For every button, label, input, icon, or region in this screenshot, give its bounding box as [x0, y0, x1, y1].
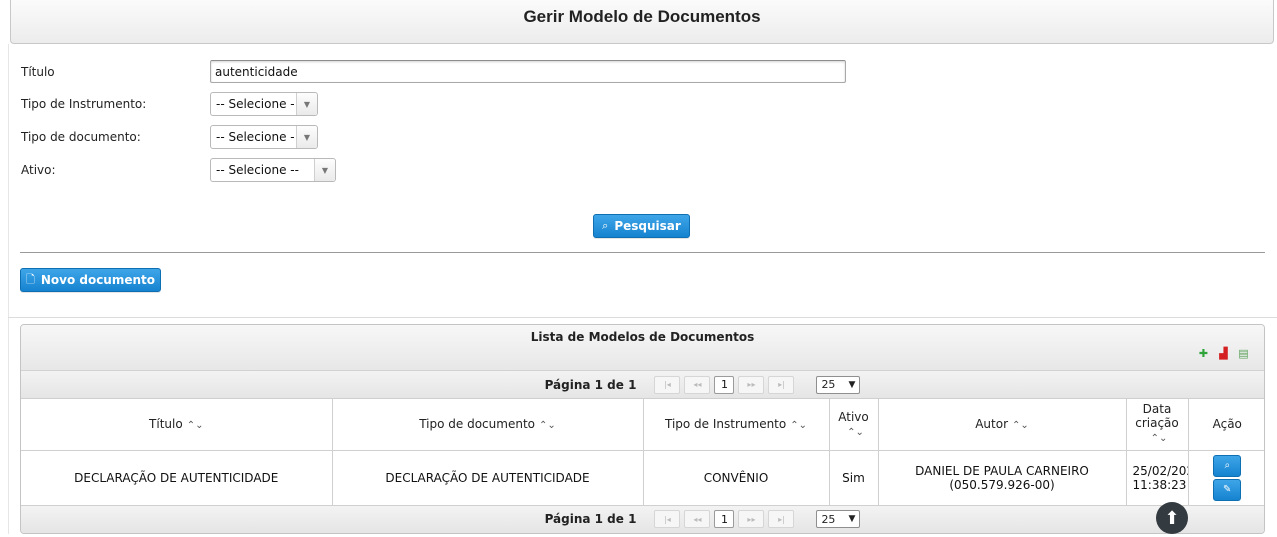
search-icon: ⌕ [602, 219, 609, 232]
edit-button[interactable]: ✎ [1213, 478, 1242, 501]
documents-grid: Lista de Modelos de Documentos ✚ ▟ ▤ Pág… [20, 324, 1265, 534]
autor-nome: DANIEL DE PAULA CARNEIRO [915, 463, 1089, 478]
page-header: Gerir Modelo de Documentos [10, 0, 1274, 44]
autor-cpf: (050.579.926-00) [949, 477, 1055, 492]
ativo-label: Ativo: [21, 163, 56, 177]
titulo-input[interactable] [210, 60, 846, 83]
chevron-down-icon[interactable]: ▼ [297, 126, 317, 148]
cell-data-criacao: 25/02/202 11:38:23 [1126, 450, 1189, 506]
tipo-documento-select[interactable]: -- Selecione -- ▼ [210, 125, 318, 166]
page-info: Página 1 de 1 [544, 512, 637, 526]
data-criacao-date: 25/02/202 [1132, 463, 1188, 478]
pesquisar-button[interactable]: ⌕ Pesquisar [593, 214, 690, 238]
novo-documento-label: Novo documento [40, 273, 156, 287]
paginator-top: Página 1 de 1 |◂ ◂◂ 1 ▸▸ ▸| 25 ▼ [21, 371, 1264, 399]
chevron-down-icon[interactable]: ▼ [315, 159, 335, 181]
tipo-documento-value: -- Selecione -- [211, 126, 297, 166]
new-document-icon: 🗋 [25, 272, 35, 286]
data-criacao-time: 11:38:23 [1132, 477, 1187, 492]
page-number[interactable]: 1 [714, 375, 735, 394]
pesquisar-label: Pesquisar [614, 219, 681, 233]
column-header-acao: Ação [1188, 399, 1264, 451]
rows-per-page-select[interactable]: 25 ▼ [816, 510, 861, 528]
cell-titulo: DECLARAÇÃO DE AUTENTICIDADE [21, 450, 333, 506]
tipo-instrumento-label: Tipo de Instrumento: [21, 97, 147, 111]
rows-per-page-select[interactable]: 25 ▼ [816, 375, 861, 394]
cell-acao: ⌕ ✎ [1188, 450, 1264, 506]
sort-icon: ⌃⌄ [539, 420, 556, 432]
next-page-button[interactable]: ▸▸ [738, 375, 765, 394]
tipo-instrumento-value: -- Selecione -- [211, 93, 297, 133]
titulo-label: Título [21, 65, 55, 79]
cell-ativo: Sim [829, 450, 879, 506]
table-row: DECLARAÇÃO DE AUTENTICIDADE DECLARAÇÃO D… [21, 450, 1264, 506]
ativo-select[interactable]: -- Selecione -- ▼ [210, 158, 336, 182]
rows-per-page-value: 25 [821, 512, 836, 526]
grid-caption: Lista de Modelos de Documentos ✚ ▟ ▤ [21, 325, 1264, 371]
arrow-up-icon: ⬆ [1164, 507, 1180, 529]
divider [8, 317, 1277, 318]
export-icons: ✚ ▟ ▤ [1195, 345, 1252, 362]
sort-icon: ⌃⌄ [186, 420, 204, 432]
column-header-tipo-instrumento[interactable]: Tipo de Instrumento ⌃⌄ [643, 399, 830, 451]
sort-icon: ⌃⌄ [1150, 433, 1168, 445]
cell-tipo-documento: DECLARAÇÃO DE AUTENTICIDADE [332, 450, 644, 506]
column-header-titulo[interactable]: Título ⌃⌄ [21, 399, 333, 451]
grid-caption-text: Lista de Modelos de Documentos [530, 330, 755, 344]
pdf-icon[interactable]: ▟ [1215, 345, 1232, 362]
column-header-ativo[interactable]: Ativo ⌃⌄ [829, 399, 879, 451]
sort-icon: ⌃⌄ [847, 427, 864, 439]
divider [20, 252, 1265, 253]
ativo-value: -- Selecione -- [211, 159, 315, 181]
chevron-down-icon: ▼ [848, 379, 856, 390]
column-header-data-criacao[interactable]: Data criação ⌃⌄ [1126, 399, 1189, 451]
prev-page-button[interactable]: ◂◂ [684, 375, 711, 394]
chevron-down-icon[interactable]: ▼ [297, 93, 317, 115]
paginator-bottom: Página 1 de 1 |◂ ◂◂ 1 ▸▸ ▸| 25 ▼ [21, 505, 1264, 533]
last-page-button[interactable]: ▸| [768, 375, 795, 394]
column-header-tipo-documento[interactable]: Tipo de documento ⌃⌄ [332, 399, 644, 451]
next-page-button[interactable]: ▸▸ [738, 510, 765, 528]
table-header-row: Título ⌃⌄ Tipo de documento ⌃⌄ Tipo de Ins… [21, 399, 1264, 451]
search-icon: ⌕ [1224, 460, 1231, 471]
excel-icon[interactable]: ✚ [1195, 345, 1212, 362]
chevron-down-icon: ▼ [848, 514, 856, 524]
scroll-to-top-button[interactable]: ⬆ [1156, 502, 1188, 534]
sort-icon: ⌃⌄ [790, 420, 807, 432]
tipo-documento-label: Tipo de documento: [21, 130, 141, 144]
page-number[interactable]: 1 [714, 510, 735, 528]
cell-tipo-instrumento: CONVÊNIO [643, 450, 830, 506]
novo-documento-button[interactable]: 🗋 Novo documento [20, 268, 161, 292]
view-button[interactable]: ⌕ [1213, 454, 1242, 477]
prev-page-button[interactable]: ◂◂ [684, 510, 711, 528]
page-info: Página 1 de 1 [544, 377, 637, 392]
rows-per-page-value: 25 [821, 378, 836, 391]
last-page-button[interactable]: ▸| [768, 510, 795, 528]
column-header-autor[interactable]: Autor ⌃⌄ [878, 399, 1127, 451]
left-border [8, 44, 9, 534]
page-title: Gerir Modelo de Documentos [523, 7, 761, 26]
print-icon[interactable]: ▤ [1235, 345, 1252, 362]
tipo-instrumento-select[interactable]: -- Selecione -- ▼ [210, 92, 318, 133]
first-page-button[interactable]: |◂ [654, 375, 681, 394]
sort-icon: ⌃⌄ [1012, 420, 1029, 432]
first-page-button[interactable]: |◂ [654, 510, 681, 528]
pencil-icon: ✎ [1223, 484, 1232, 495]
cell-autor: DANIEL DE PAULA CARNEIRO (050.579.926-00… [878, 450, 1127, 506]
documents-table: Título ⌃⌄ Tipo de documento ⌃⌄ Tipo de Ins… [21, 399, 1264, 506]
